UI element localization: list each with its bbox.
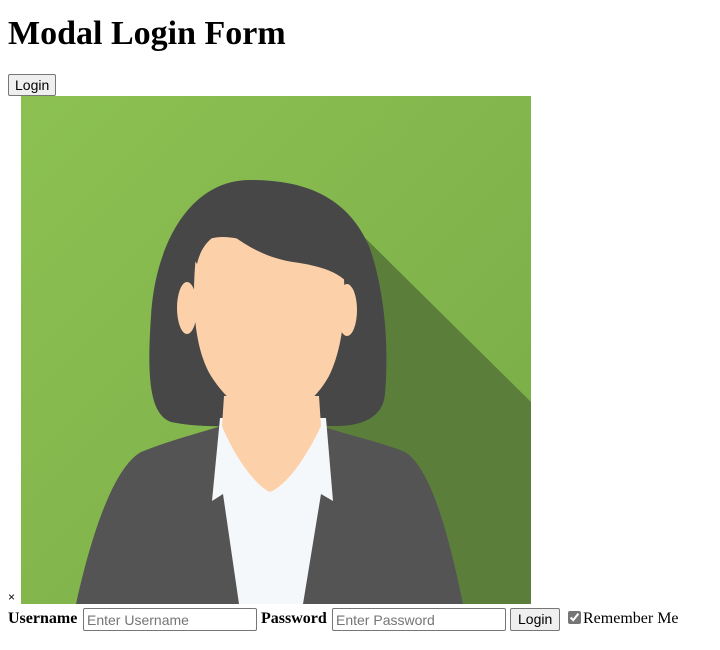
- username-label: Username: [8, 610, 78, 627]
- open-login-button[interactable]: Login: [8, 74, 57, 96]
- login-form: Username Password Login Remember Me: [8, 608, 718, 632]
- password-input[interactable]: [332, 608, 506, 631]
- password-label: Password: [261, 610, 327, 627]
- avatar-image: [21, 96, 531, 604]
- remember-me-checkbox[interactable]: [568, 611, 581, 624]
- remember-me-label: Remember Me: [583, 610, 679, 627]
- page-title: Modal Login Form: [8, 15, 286, 52]
- submit-login-button[interactable]: Login: [510, 608, 561, 631]
- woman-avatar-icon: [21, 96, 531, 604]
- close-icon[interactable]: ×: [8, 590, 15, 604]
- username-input[interactable]: [83, 608, 257, 631]
- remember-me[interactable]: Remember Me: [568, 608, 679, 630]
- page: Modal Login Form Login × Username Enter …: [0, 0, 720, 650]
